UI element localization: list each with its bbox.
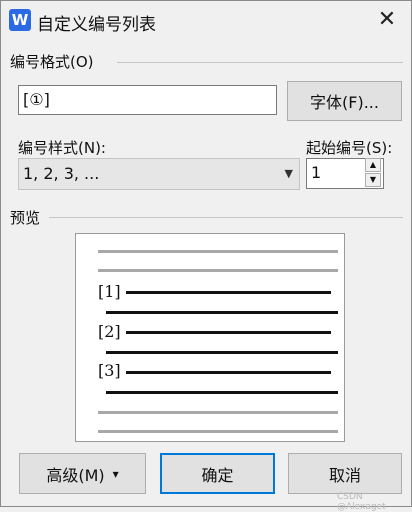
chevron-down-icon: ▾ xyxy=(112,466,119,481)
preview-line-item-1b xyxy=(106,311,338,314)
number-format-input[interactable]: [①] xyxy=(18,85,277,115)
preview-item-number: [1] xyxy=(98,282,121,301)
title-bar: W 自定义编号列表 ✕ xyxy=(1,1,411,41)
start-number-label: 起始编号(S): xyxy=(306,139,393,157)
spin-up-icon[interactable]: ▲ xyxy=(365,158,381,172)
preview-line-top-2 xyxy=(98,269,338,272)
preview-item-number: [3] xyxy=(98,361,121,380)
preview-divider xyxy=(49,217,403,218)
preview-box: [1] [2] [3] xyxy=(75,233,345,442)
font-button[interactable]: 字体(F)... xyxy=(287,81,402,121)
number-format-divider xyxy=(117,62,403,63)
preview-line-item-3 xyxy=(126,371,331,374)
dialog-title: 自定义编号列表 xyxy=(37,15,156,35)
number-style-value: 1, 2, 3, ... xyxy=(23,164,100,183)
preview-line-item-1 xyxy=(126,291,331,294)
preview-line-item-2 xyxy=(126,331,331,334)
advanced-button[interactable]: 高级(M) ▾ xyxy=(19,453,146,494)
cancel-button[interactable]: 取消 xyxy=(288,453,402,494)
preview-line-item-3b xyxy=(106,391,338,394)
dialog-window: W 自定义编号列表 ✕ 编号格式(O) [①] 字体(F)... 编号样式(N)… xyxy=(0,0,412,512)
number-format-group-label: 编号格式(O) xyxy=(10,53,94,71)
number-style-select[interactable]: 1, 2, 3, ... ▼ xyxy=(18,158,300,190)
spin-down-icon[interactable]: ▼ xyxy=(365,173,381,187)
number-style-label: 编号样式(N): xyxy=(18,139,106,157)
chevron-down-icon: ▼ xyxy=(284,167,293,180)
wps-writer-icon: W xyxy=(9,9,31,31)
start-number-stepper: ▲ ▼ xyxy=(365,158,383,188)
preview-line-item-2b xyxy=(106,351,338,354)
preview-line-bottom-2 xyxy=(98,430,338,433)
watermark: CSDN @Alexaget xyxy=(337,492,386,512)
ok-button[interactable]: 确定 xyxy=(160,453,275,494)
advanced-button-label: 高级(M) xyxy=(46,465,105,485)
preview-line-bottom-1 xyxy=(98,411,338,414)
preview-group-label: 预览 xyxy=(10,209,41,227)
preview-item-number: [2] xyxy=(98,322,121,341)
close-button[interactable]: ✕ xyxy=(375,7,399,33)
preview-line-top-1 xyxy=(98,250,338,253)
